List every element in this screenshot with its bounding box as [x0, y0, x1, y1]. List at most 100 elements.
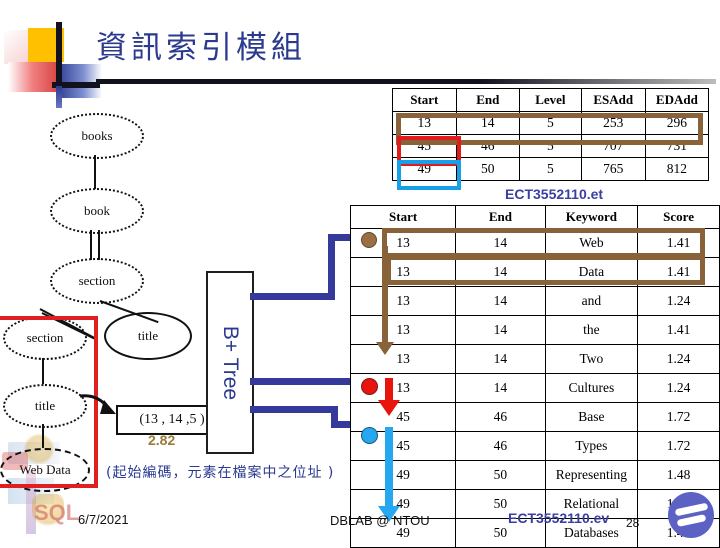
tree-node-books: books	[50, 113, 144, 159]
ntou-logo	[668, 492, 714, 538]
watermark-sql-text: SQL	[34, 500, 80, 525]
cell: Types	[544, 431, 639, 461]
page-number: 28	[626, 516, 640, 530]
cell: 731	[644, 134, 710, 158]
deco-bar-horizontal	[52, 82, 100, 88]
table-row: 13 14 Two 1.24	[349, 344, 720, 374]
tree-edge-book-section-a	[90, 230, 92, 260]
cell: Data	[544, 257, 639, 287]
cell: 46	[455, 134, 520, 158]
tree-node-book: book	[50, 188, 144, 234]
cell: 1.48	[637, 460, 720, 490]
cell: 46	[455, 402, 546, 432]
table-header-row: Start End Keyword Score	[349, 205, 720, 229]
footer-date: 6/7/2021	[78, 512, 129, 527]
cell: 13	[349, 286, 457, 316]
cell: 1.72	[637, 431, 720, 461]
col-keyword: Keyword	[544, 205, 639, 229]
cell: 1.41	[637, 315, 720, 345]
cell: Two	[544, 344, 639, 374]
col-esadd: ESAdd	[580, 88, 646, 112]
cell: 49	[392, 157, 457, 181]
col-start: Start	[392, 88, 457, 112]
table-row: 13 14 Data 1.41	[349, 257, 720, 287]
footer-org: DBLAB @ NTOU	[330, 513, 430, 528]
table-row: 45 46 Base 1.72	[349, 402, 720, 432]
table-element-index: Start End Level ESAdd EDAdd 13 14 5 253 …	[392, 88, 710, 181]
table-row: 45 46 Types 1.72	[349, 431, 720, 461]
cell: 707	[580, 134, 646, 158]
table-row: 45 46 5 707 731	[392, 134, 710, 158]
tree-edge-books-book	[94, 155, 96, 189]
tree-note-text: (起始編碼，元素在檔案中之位址 )	[106, 465, 335, 481]
cell: 1.72	[637, 402, 720, 432]
col-score: Score	[637, 205, 720, 229]
col-end: End	[455, 205, 546, 229]
cell: 5	[518, 111, 582, 135]
tree-node-title-highlighted: title	[104, 312, 192, 360]
table-row: 13 14 the 1.41	[349, 315, 720, 345]
page-title: 資訊索引模組	[96, 30, 306, 66]
table-row: 13 14 Cultures 1.24	[349, 373, 720, 403]
deco-block-pink	[4, 30, 44, 64]
cell: 49	[349, 460, 457, 490]
cell: the	[544, 315, 639, 345]
table-header-row: Start End Level ESAdd EDAdd	[392, 88, 710, 112]
blue-stem	[385, 427, 393, 512]
table-row: 49 50 5 765 812	[392, 157, 710, 181]
cell: Cultures	[544, 373, 639, 403]
cell: 14	[455, 315, 546, 345]
cell: 14	[455, 344, 546, 374]
cell: Representing	[544, 460, 639, 490]
cell: 50	[455, 157, 520, 181]
deco-bar-vertical-lower	[56, 86, 62, 108]
btree-arrow1-v	[328, 234, 335, 296]
col-end: End	[455, 88, 520, 112]
brown-stem	[382, 246, 388, 344]
tree-edge-book-section-b	[98, 230, 100, 260]
tree-node-section-parent: section	[50, 258, 144, 304]
cell: 1.24	[637, 286, 720, 316]
cell: 5	[518, 134, 582, 158]
cell: 13	[349, 344, 457, 374]
cell: 1.41	[637, 257, 720, 287]
marker-dot-brown	[361, 232, 377, 248]
cell: 50	[455, 460, 546, 490]
col-edadd: EDAdd	[644, 88, 710, 112]
marker-dot-red	[361, 378, 378, 395]
cell: 13	[349, 315, 457, 345]
bottom-table-filename: ECT3552110.et	[505, 186, 604, 202]
cell: 812	[644, 157, 710, 181]
cell: 13	[349, 257, 457, 287]
table-row: 49 50 Representing 1.48	[349, 460, 720, 490]
cell: 14	[455, 228, 546, 258]
tree-code-value: 2.82	[148, 432, 176, 448]
deco-bar-vertical	[56, 22, 62, 104]
red-stem-arrowhead	[378, 400, 400, 416]
cell: Base	[544, 402, 639, 432]
cell: 46	[455, 431, 546, 461]
table-row: 13 14 5 253 296	[392, 111, 710, 135]
cell: 1.41	[637, 228, 720, 258]
cell: 253	[580, 111, 646, 135]
table-row: 13 14 and 1.24	[349, 286, 720, 316]
cell: 14	[455, 257, 546, 287]
table-keyword-index: Start End Keyword Score 13 14 Web 1.41 13 14 D…	[349, 205, 720, 548]
col-level: Level	[518, 88, 582, 112]
footer-filename: ECT3552110.ev	[508, 510, 610, 526]
btree-arrow1-h1	[250, 293, 335, 300]
btree-label: B+ Tree	[219, 325, 242, 400]
cell: 765	[580, 157, 646, 181]
deco-block-yellow	[28, 28, 64, 62]
cell: 5	[518, 157, 582, 181]
marker-dot-blue	[361, 427, 378, 444]
cell: 14	[455, 286, 546, 316]
btree-arrow2-h	[250, 378, 356, 385]
cell: 296	[644, 111, 710, 135]
cell: and	[544, 286, 639, 316]
cell: 13	[392, 111, 457, 135]
deco-block-red	[8, 62, 62, 92]
title-underline-rule	[96, 79, 716, 84]
cell: 45	[392, 134, 457, 158]
cell: Web	[544, 228, 639, 258]
